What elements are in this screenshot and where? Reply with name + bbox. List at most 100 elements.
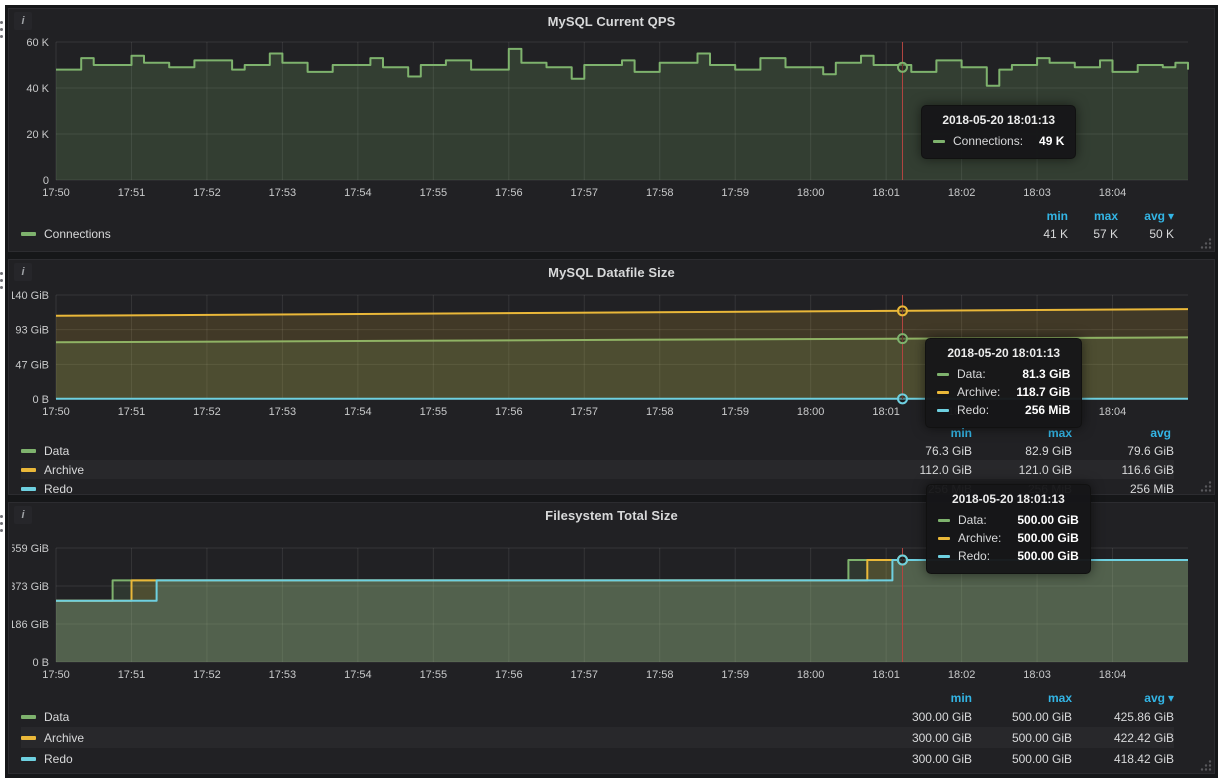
legend-min-header[interactable]: min xyxy=(1014,209,1068,223)
tooltip-series-label: Connections: xyxy=(953,132,1023,150)
svg-text:17:55: 17:55 xyxy=(419,669,447,681)
series-name: Data xyxy=(44,710,69,724)
stat-avg: 79.6 GiB xyxy=(1072,444,1174,458)
svg-text:20 K: 20 K xyxy=(26,129,49,141)
legend-row: Data 76.3 GiB 82.9 GiB 79.6 GiB xyxy=(21,441,1174,460)
legend-min-header[interactable]: min xyxy=(868,691,972,705)
tooltip-qps: 2018-05-20 18:01:13 Connections: 49 K xyxy=(921,105,1076,159)
legend-series-data[interactable]: Data xyxy=(21,710,868,724)
tooltip-filesystem-size: 2018-05-20 18:01:13 Data: 500.00 GiB Arc… xyxy=(926,484,1091,574)
legend-max-header[interactable]: max xyxy=(1068,209,1118,223)
svg-text:17:52: 17:52 xyxy=(193,669,221,681)
series-color-dash-icon xyxy=(937,409,949,412)
legend-max-header[interactable]: max xyxy=(972,691,1072,705)
row-drag-handle-icon[interactable] xyxy=(0,515,3,532)
stat-avg: 116.6 GiB xyxy=(1072,463,1174,477)
svg-text:17:53: 17:53 xyxy=(268,406,296,418)
legend-series-connections[interactable]: Connections xyxy=(21,227,1014,241)
panel-resize-handle[interactable] xyxy=(1200,237,1212,249)
series-color-dash-icon xyxy=(937,391,949,394)
stat-min: 41 K xyxy=(1014,227,1068,241)
stat-max: 500.00 GiB xyxy=(972,752,1072,766)
legend-stats-header: min max avg▾ xyxy=(21,207,1174,224)
legend-row: Data 300.00 GiB 500.00 GiB 425.86 GiB xyxy=(21,706,1174,727)
svg-text:559 GiB: 559 GiB xyxy=(12,543,49,555)
stat-avg: 422.42 GiB xyxy=(1072,731,1174,745)
svg-text:18:03: 18:03 xyxy=(1023,187,1051,199)
legend-avg-header[interactable]: avg▾ xyxy=(1072,691,1174,705)
tooltip-series-value: 49 K xyxy=(1023,132,1064,150)
svg-text:17:57: 17:57 xyxy=(570,187,598,199)
tooltip-series-label: Redo: xyxy=(957,401,989,419)
svg-text:18:02: 18:02 xyxy=(947,669,975,681)
series-name: Redo xyxy=(44,482,73,496)
panel-title[interactable]: MySQL Datafile Size xyxy=(9,260,1214,285)
legend-avg-header[interactable]: avg▾ xyxy=(1118,209,1174,223)
svg-text:18:04: 18:04 xyxy=(1098,187,1126,199)
svg-text:17:55: 17:55 xyxy=(419,187,447,199)
legend-avg-header[interactable]: avg xyxy=(1072,426,1174,440)
svg-text:18:00: 18:00 xyxy=(796,187,824,199)
panel-info-icon[interactable]: i xyxy=(14,12,32,30)
legend-series-data[interactable]: Data xyxy=(21,444,868,458)
panel-info-icon[interactable]: i xyxy=(14,506,32,524)
svg-text:18:04: 18:04 xyxy=(1098,406,1126,418)
tooltip-row: Archive: 500.00 GiB xyxy=(938,529,1079,547)
svg-text:17:53: 17:53 xyxy=(268,669,296,681)
stat-min: 300.00 GiB xyxy=(868,752,972,766)
legend-row: Redo 300.00 GiB 500.00 GiB 418.42 GiB xyxy=(21,748,1174,769)
svg-text:18:02: 18:02 xyxy=(947,187,975,199)
panel-title[interactable]: MySQL Current QPS xyxy=(9,9,1214,34)
svg-text:17:54: 17:54 xyxy=(344,406,372,418)
svg-text:60 K: 60 K xyxy=(26,37,49,49)
stat-max: 57 K xyxy=(1068,227,1118,241)
panel-info-icon[interactable]: i xyxy=(14,263,32,281)
tooltip-datafile-size: 2018-05-20 18:01:13 Data: 81.3 GiB Archi… xyxy=(925,338,1082,428)
series-color-dash-icon xyxy=(21,487,36,491)
tooltip-row: Redo: 500.00 GiB xyxy=(938,547,1079,565)
legend-stats-header: min max avg▾ xyxy=(21,689,1174,706)
svg-text:17:51: 17:51 xyxy=(117,669,145,681)
svg-text:40 K: 40 K xyxy=(26,83,49,95)
svg-text:18:03: 18:03 xyxy=(1023,669,1051,681)
stat-min: 300.00 GiB xyxy=(868,731,972,745)
legend-row: Archive 300.00 GiB 500.00 GiB 422.42 GiB xyxy=(21,727,1174,748)
panel-resize-handle[interactable] xyxy=(1200,759,1212,771)
svg-text:17:59: 17:59 xyxy=(721,187,749,199)
chevron-down-icon: ▾ xyxy=(1168,691,1174,705)
series-color-dash-icon xyxy=(938,519,950,522)
tooltip-row: Redo: 256 MiB xyxy=(937,401,1070,419)
row-drag-handle-icon[interactable] xyxy=(0,21,3,38)
svg-text:17:56: 17:56 xyxy=(495,669,523,681)
svg-text:17:59: 17:59 xyxy=(721,406,749,418)
svg-text:18:01: 18:01 xyxy=(872,406,900,418)
tooltip-series-value: 500.00 GiB xyxy=(990,547,1079,565)
panel-resize-handle[interactable] xyxy=(1200,480,1212,492)
tooltip-timestamp: 2018-05-20 18:01:13 xyxy=(933,113,1064,132)
legend-series-redo[interactable]: Redo xyxy=(21,482,868,496)
svg-text:17:51: 17:51 xyxy=(117,406,145,418)
svg-text:0: 0 xyxy=(42,175,48,187)
svg-text:17:59: 17:59 xyxy=(721,669,749,681)
stat-max: 500.00 GiB xyxy=(972,710,1072,724)
series-color-dash-icon xyxy=(938,555,950,558)
tooltip-series-label: Redo: xyxy=(958,547,990,565)
tooltip-series-value: 81.3 GiB xyxy=(986,365,1071,383)
legend-series-redo[interactable]: Redo xyxy=(21,752,868,766)
series-color-dash-icon xyxy=(21,468,36,472)
legend-series-archive[interactable]: Archive xyxy=(21,463,868,477)
svg-text:47 GiB: 47 GiB xyxy=(15,359,49,371)
tooltip-timestamp: 2018-05-20 18:01:13 xyxy=(938,492,1079,511)
legend: min max avg▾ Data 300.00 GiB 500.00 GiB … xyxy=(9,688,1214,769)
series-name: Connections xyxy=(44,227,111,241)
svg-text:18:01: 18:01 xyxy=(872,187,900,199)
row-drag-handle-icon[interactable] xyxy=(0,272,3,289)
svg-text:17:58: 17:58 xyxy=(645,669,673,681)
svg-text:17:57: 17:57 xyxy=(570,669,598,681)
series-color-dash-icon xyxy=(933,140,945,143)
series-color-dash-icon xyxy=(21,757,36,761)
stat-avg: 418.42 GiB xyxy=(1072,752,1174,766)
svg-text:373 GiB: 373 GiB xyxy=(12,581,49,593)
svg-text:17:50: 17:50 xyxy=(42,187,70,199)
legend-series-archive[interactable]: Archive xyxy=(21,731,868,745)
